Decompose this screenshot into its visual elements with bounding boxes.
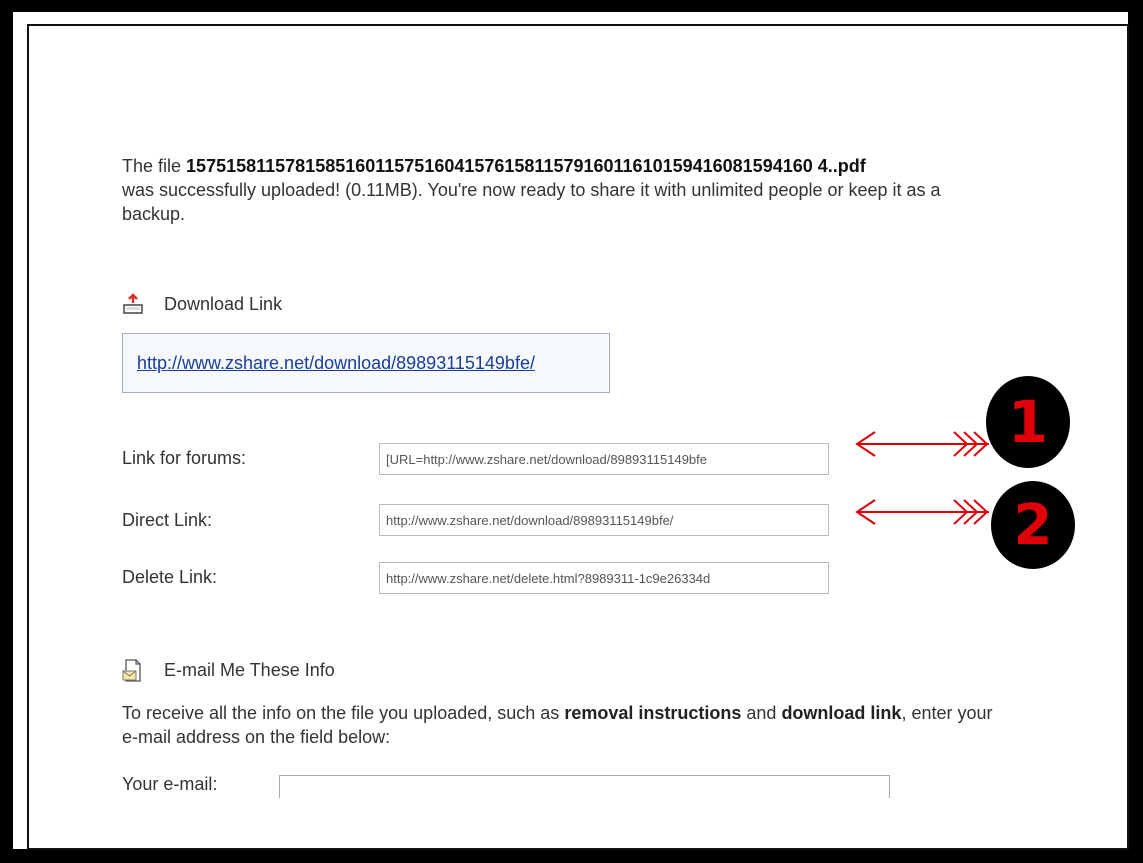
email-instructions: To receive all the info on the file you … (122, 701, 1002, 749)
delete-link-label: Delete Link: (122, 567, 218, 587)
email-instructions-text: and (746, 703, 777, 723)
email-field[interactable] (279, 775, 890, 798)
page-panel: The file 1575158115781585160115751604157… (27, 24, 1129, 850)
email-instructions-bold: download link (781, 703, 902, 723)
forum-link-field[interactable] (379, 443, 829, 475)
annotation-badge-2: 2 (991, 481, 1075, 569)
upload-result-content: The file 1575158115781585160115751604157… (122, 26, 1022, 798)
forum-link-label: Link for forums: (122, 448, 247, 468)
file-name: 1575158115781585160115751604157615811579… (186, 156, 866, 176)
email-instructions-text: To receive all the info on the file you … (122, 703, 560, 723)
direct-link-field[interactable] (379, 504, 829, 536)
badge-number: 1 (1007, 388, 1049, 456)
download-url-link[interactable]: http://www.zshare.net/download/898931151… (137, 353, 535, 374)
download-link-box: http://www.zshare.net/download/898931151… (122, 333, 610, 393)
email-icon (122, 659, 144, 682)
delete-link-field[interactable] (379, 562, 829, 594)
file-prefix: The file (122, 156, 182, 176)
arrow-icon (855, 499, 989, 525)
arrow-icon (855, 431, 989, 457)
download-icon (122, 293, 144, 315)
email-info-heading: E-mail Me These Info (122, 659, 335, 682)
annotation-badge-1: 1 (986, 376, 1070, 468)
email-instructions-bold: removal instructions (564, 703, 742, 723)
upload-success-message: The file 1575158115781585160115751604157… (122, 154, 1002, 226)
download-link-title: Download Link (164, 293, 283, 314)
direct-link-label: Direct Link: (122, 510, 213, 530)
email-info-title: E-mail Me These Info (164, 659, 335, 680)
download-link-heading: Download Link (122, 293, 282, 315)
upload-status-text: was successfully uploaded! (0.11MB). You… (122, 180, 941, 224)
email-field-label: Your e-mail: (122, 774, 218, 794)
screenshot-frame: The file 1575158115781585160115751604157… (10, 9, 1131, 852)
badge-number: 2 (1013, 492, 1053, 558)
